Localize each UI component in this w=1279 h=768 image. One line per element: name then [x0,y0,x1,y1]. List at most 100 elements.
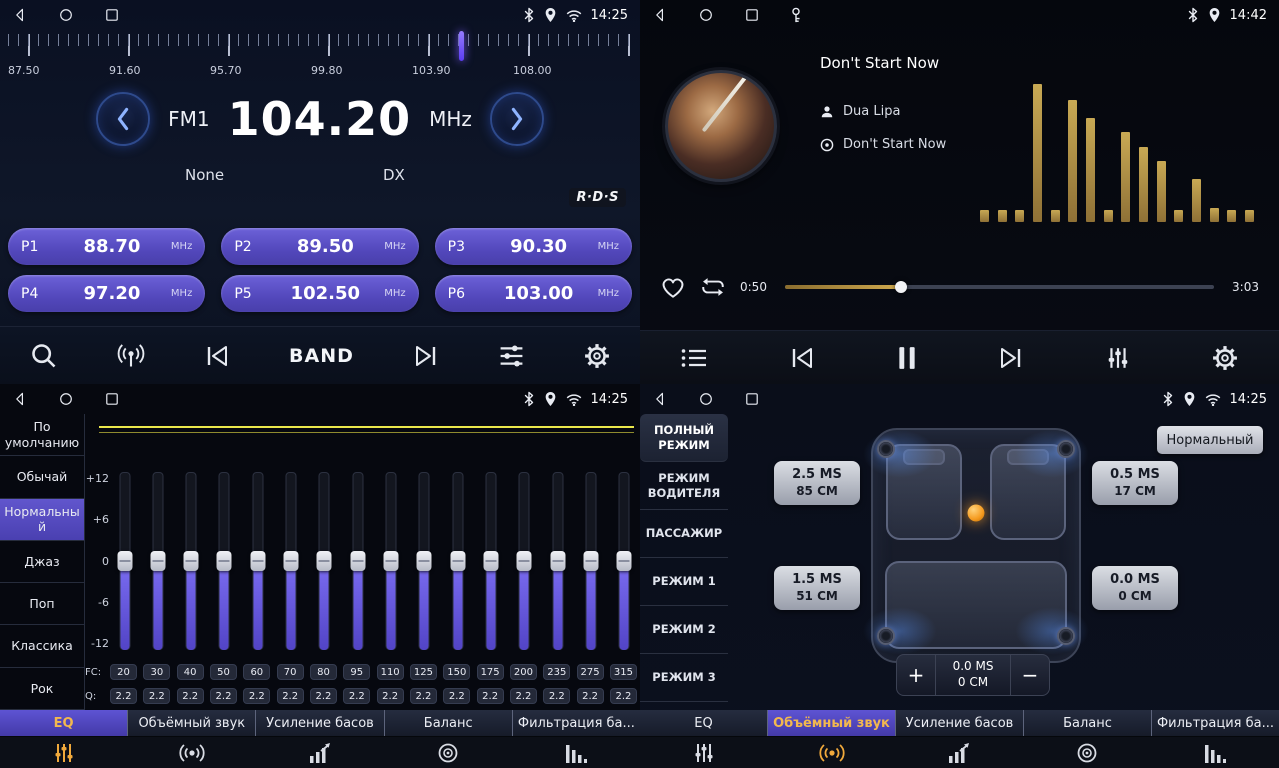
eq-slider-handle[interactable] [150,551,165,571]
playlist-icon[interactable] [681,347,707,369]
back-icon[interactable] [12,7,28,23]
listening-mode-item[interactable]: РЕЖИМ 2 [640,606,728,654]
eq-slider-handle[interactable] [484,551,499,571]
eq-band-slider[interactable] [617,472,632,650]
eq-slider-handle[interactable] [284,551,299,571]
broadcast-antenna-icon[interactable] [117,343,145,369]
eq-preset-item[interactable]: По умолчанию [0,414,84,456]
listening-position-marker[interactable] [968,505,985,522]
sound-tab[interactable]: Фильтрация ба... [512,710,640,736]
listening-mode-item[interactable]: РЕЖИМ 3 [640,654,728,702]
sound-tab[interactable]: EQ [0,710,127,736]
rear-left-delay-chip[interactable]: 1.5 MS 51 CM [774,566,860,610]
sound-tab[interactable]: Объёмный звук [127,710,255,736]
sound-tab[interactable]: Баланс [384,710,512,736]
delay-decrease-button[interactable]: − [1011,663,1049,687]
rear-right-delay-chip[interactable]: 0.0 MS 0 CM [1092,566,1178,610]
recents-square-icon[interactable] [744,391,760,407]
rear-left-speaker-icon[interactable] [877,627,895,645]
eq-band-slider[interactable] [150,472,165,650]
eq-band-slider[interactable] [350,472,365,650]
eq-band-slider[interactable] [517,472,532,650]
eq-band-slider[interactable] [384,472,399,650]
eq-slider-handle[interactable] [517,551,532,571]
eq-band-slider[interactable] [117,472,132,650]
eq-slider-handle[interactable] [417,551,432,571]
filter-tab-icon[interactable] [512,737,640,768]
recents-square-icon[interactable] [744,7,760,23]
eq-slider-handle[interactable] [217,551,232,571]
bass-boost-tab-icon[interactable] [256,737,384,768]
pause-icon[interactable] [897,346,917,370]
eq-slider-handle[interactable] [550,551,565,571]
home-circle-icon[interactable] [58,391,74,407]
eq-band-slider[interactable] [450,472,465,650]
eq-band-slider[interactable] [417,472,432,650]
eq-preset-item[interactable]: Рок [0,668,84,710]
eq-band-slider[interactable] [317,472,332,650]
eq-preset-item[interactable]: Поп [0,583,84,625]
eq-slider-handle[interactable] [384,551,399,571]
sound-tab[interactable]: Баланс [1023,710,1151,736]
surround-tab-icon[interactable] [768,737,896,768]
front-left-speaker-icon[interactable] [877,440,895,458]
listening-mode-item[interactable]: РЕЖИМ 1 [640,558,728,606]
eq-preset-item[interactable]: Нормальный [0,499,84,541]
front-left-delay-chip[interactable]: 2.5 MS 85 CM [774,461,860,505]
preset-button[interactable]: P1 88.70 MHz [8,228,205,265]
eq-preset-item[interactable]: Классика [0,625,84,667]
eq-slider-handle[interactable] [584,551,599,571]
preset-button[interactable]: P2 89.50 MHz [221,228,418,265]
preset-button[interactable]: P4 97.20 MHz [8,275,205,312]
eq-band-slider[interactable] [484,472,499,650]
next-track-icon[interactable] [998,347,1024,369]
back-icon[interactable] [12,391,28,407]
balance-tab-icon[interactable] [1023,737,1151,768]
previous-track-icon[interactable] [789,347,815,369]
home-circle-icon[interactable] [698,7,714,23]
eq-slider-handle[interactable] [184,551,199,571]
balance-tab-icon[interactable] [384,737,512,768]
listening-mode-item[interactable]: ПОЛНЫЙ РЕЖИМ [640,414,728,462]
bass-boost-tab-icon[interactable] [896,737,1024,768]
next-station-icon[interactable] [413,345,439,367]
back-icon[interactable] [652,391,668,407]
eq-tab-icon[interactable] [640,737,768,768]
eq-band-slider[interactable] [584,472,599,650]
eq-band-slider[interactable] [550,472,565,650]
sound-tab[interactable]: Фильтрация ба... [1151,710,1279,736]
listening-mode-item[interactable]: ПАССАЖИР [640,510,728,558]
eq-preset-item[interactable]: Обычай [0,456,84,498]
frequency-scale[interactable] [8,34,634,60]
sound-tab[interactable]: Объёмный звук [767,710,895,736]
surround-tab-icon[interactable] [128,737,256,768]
favorite-heart-icon[interactable] [660,275,686,299]
settings-gear-icon[interactable] [584,343,610,369]
eq-band-slider[interactable] [184,472,199,650]
eq-slider-handle[interactable] [250,551,265,571]
back-icon[interactable] [652,7,668,23]
eq-slider-handle[interactable] [317,551,332,571]
repeat-icon[interactable] [700,275,726,299]
sound-tab[interactable]: Усиление басов [895,710,1023,736]
tune-down-button[interactable] [96,92,150,146]
eq-tab-icon[interactable] [0,737,128,768]
band-button[interactable]: BAND [289,345,354,367]
recents-square-icon[interactable] [104,391,120,407]
eq-slider-handle[interactable] [450,551,465,571]
eq-band-slider[interactable] [217,472,232,650]
sound-tab[interactable]: EQ [640,710,767,736]
rear-right-speaker-icon[interactable] [1057,627,1075,645]
home-circle-icon[interactable] [698,391,714,407]
eq-slider-handle[interactable] [617,551,632,571]
progress-knob[interactable] [895,281,907,293]
filter-tab-icon[interactable] [1151,737,1279,768]
eq-band-slider[interactable] [284,472,299,650]
preset-button[interactable]: P3 90.30 MHz [435,228,632,265]
equalizer-icon[interactable] [1106,346,1130,370]
previous-station-icon[interactable] [204,345,230,367]
tune-up-button[interactable] [490,92,544,146]
recents-square-icon[interactable] [104,7,120,23]
scan-search-icon[interactable] [30,342,58,370]
preset-button[interactable]: P6 103.00 MHz [435,275,632,312]
